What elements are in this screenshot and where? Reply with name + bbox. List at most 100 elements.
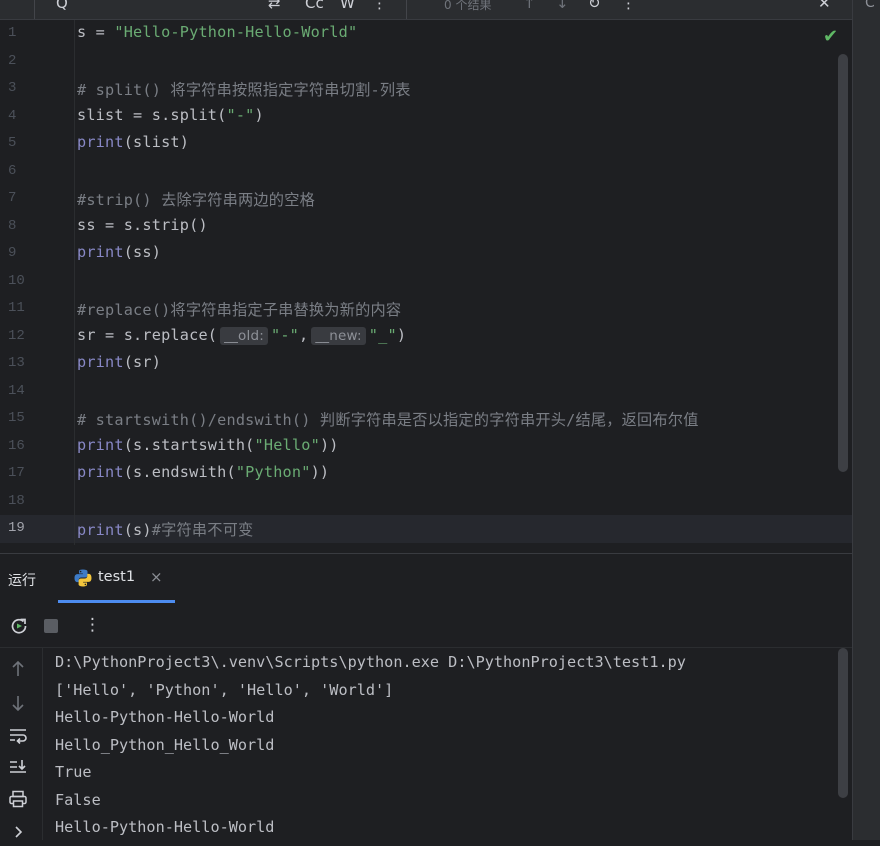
code-text: print(s)#字符串不可变 bbox=[77, 518, 253, 540]
find-bar-divider bbox=[406, 0, 407, 19]
console-line: Hello-Python-Hello-World bbox=[55, 708, 275, 726]
console-output[interactable]: D:\PythonProject3\.venv\Scripts\python.e… bbox=[43, 648, 852, 840]
code-line[interactable]: 10 bbox=[0, 268, 852, 296]
code-token: (ss) bbox=[123, 243, 162, 261]
checkmark-icon[interactable]: ✔ bbox=[823, 26, 838, 47]
replace-toggle-icon[interactable]: ⇄ bbox=[268, 0, 281, 12]
more-actions-icon[interactable]: ⋮ bbox=[84, 615, 101, 635]
code-line[interactable]: 13 print(sr) bbox=[0, 350, 852, 378]
code-comment: # split() 将字符串按照指定字符串切割-列表 bbox=[77, 81, 411, 99]
select-all-occurrences-icon[interactable]: ↻ bbox=[588, 0, 601, 12]
find-options-icon[interactable]: ⋮ bbox=[372, 0, 387, 12]
line-number: 8 bbox=[8, 217, 17, 234]
code-token: , bbox=[299, 325, 309, 344]
console-line: Hello_Python_Hello_World bbox=[55, 735, 275, 754]
code-token: (slist) bbox=[123, 133, 190, 151]
code-line[interactable]: 2 bbox=[0, 48, 852, 76]
code-line[interactable]: 7 #strip() 去除字符串两边的空格 bbox=[0, 185, 852, 213]
rerun-icon[interactable] bbox=[8, 615, 30, 637]
code-line[interactable]: 12 sr = s.replace(__old: "-", __new: "_") bbox=[0, 323, 852, 351]
builtin-function: print bbox=[77, 243, 124, 261]
line-number: 16 bbox=[8, 437, 25, 454]
tab-label: test1 bbox=[98, 569, 136, 585]
line-number: 17 bbox=[8, 465, 25, 481]
code-text: print(s.endswith("Python")) bbox=[77, 463, 329, 481]
more-options-icon[interactable]: ⋮ bbox=[621, 0, 636, 12]
print-icon[interactable] bbox=[7, 790, 29, 812]
whole-word-icon[interactable]: W bbox=[340, 0, 355, 12]
code-line[interactable]: 9 print(ss) bbox=[0, 240, 852, 268]
right-tool-strip: C bbox=[852, 0, 880, 840]
parameter-hint: __new: bbox=[311, 326, 366, 345]
arrow-down-icon[interactable] bbox=[7, 694, 29, 716]
code-token: sr = s.replace( bbox=[77, 325, 218, 344]
code-text: print(slist) bbox=[77, 133, 189, 151]
code-text: print(s.startswith("Hello")) bbox=[77, 436, 339, 454]
code-comment: #字符串不可变 bbox=[151, 521, 254, 539]
line-number: 15 bbox=[8, 410, 25, 426]
line-number: 19 bbox=[8, 520, 25, 536]
code-line[interactable]: 17 print(s.endswith("Python")) bbox=[0, 460, 852, 488]
search-icon[interactable]: Q bbox=[56, 0, 68, 12]
editor-scrollbar[interactable] bbox=[838, 54, 848, 472]
code-editor[interactable]: 1 s = "Hello-Python-Hello-World" 2 3 # split… bbox=[0, 20, 852, 545]
code-line[interactable]: 5 print(slist) bbox=[0, 130, 852, 158]
builtin-function: print bbox=[77, 463, 124, 481]
console-line: True bbox=[55, 763, 92, 781]
close-icon[interactable]: ✕ bbox=[818, 0, 831, 12]
close-tab-icon[interactable]: × bbox=[150, 568, 163, 586]
code-line[interactable]: 4 slist = s.split("-") bbox=[0, 103, 852, 131]
gutter-divider bbox=[74, 20, 75, 545]
soft-wrap-icon[interactable] bbox=[7, 726, 29, 748]
line-number: 4 bbox=[8, 107, 17, 124]
notifications-icon[interactable]: C bbox=[865, 0, 875, 11]
code-line[interactable]: 14 bbox=[0, 378, 852, 406]
code-line[interactable]: 19 print(s)#字符串不可变 bbox=[0, 515, 852, 543]
scroll-to-end-icon[interactable] bbox=[7, 758, 29, 780]
string-literal: "-" bbox=[270, 325, 300, 344]
code-line[interactable]: 18 bbox=[0, 488, 852, 516]
code-line[interactable]: 8 ss = s.strip() bbox=[0, 213, 852, 241]
string-literal: "Hello" bbox=[254, 435, 320, 454]
code-line[interactable]: 16 print(s.startswith("Hello")) bbox=[0, 433, 852, 461]
find-bar-divider bbox=[34, 0, 35, 19]
code-line[interactable]: 11 #replace()将字符串指定子串替换为新的内容 bbox=[0, 295, 852, 323]
code-token: slist = s.split( bbox=[77, 105, 227, 124]
code-text: # startswith()/endswith() 判断字符串是否以指定的字符串… bbox=[77, 408, 699, 430]
line-number: 7 bbox=[8, 190, 17, 206]
parameter-hint: __old: bbox=[220, 326, 268, 345]
tab-test1[interactable]: test1 × bbox=[58, 554, 175, 603]
builtin-function: print bbox=[77, 353, 124, 371]
expand-icon[interactable] bbox=[7, 824, 29, 846]
code-token: ) bbox=[396, 325, 407, 344]
code-line[interactable]: 15 # startswith()/endswith() 判断字符串是否以指定的字… bbox=[0, 405, 852, 433]
code-line[interactable]: 3 # split() 将字符串按照指定字符串切割-列表 bbox=[0, 75, 852, 103]
code-token: ) bbox=[254, 105, 264, 124]
string-literal: "-" bbox=[226, 105, 255, 124]
code-text: print(sr) bbox=[77, 353, 161, 371]
line-number: 5 bbox=[8, 135, 17, 151]
line-number: 9 bbox=[8, 245, 17, 261]
next-occurrence-icon[interactable]: ↓ bbox=[556, 0, 569, 12]
code-line[interactable]: 1 s = "Hello-Python-Hello-World" bbox=[0, 20, 852, 48]
match-case-icon[interactable]: Cc bbox=[305, 0, 324, 12]
line-number: 13 bbox=[8, 355, 25, 371]
code-token: (s.endswith( bbox=[123, 463, 236, 481]
previous-occurrence-icon[interactable]: ↑ bbox=[523, 0, 536, 12]
code-token: )) bbox=[310, 463, 330, 481]
code-line[interactable]: 6 bbox=[0, 158, 852, 186]
active-tab-indicator bbox=[58, 600, 175, 603]
code-text: #strip() 去除字符串两边的空格 bbox=[77, 188, 315, 210]
line-number: 2 bbox=[8, 52, 17, 69]
stop-icon[interactable] bbox=[40, 615, 62, 637]
code-token: )) bbox=[319, 435, 339, 454]
result-count: 0 个结果 bbox=[444, 0, 492, 12]
console-line: ['Hello', 'Python', 'Hello', 'World'] bbox=[55, 680, 394, 699]
code-text: s = "Hello-Python-Hello-World" bbox=[77, 23, 357, 41]
arrow-up-icon[interactable] bbox=[7, 660, 29, 682]
run-label: 运行 bbox=[8, 573, 36, 589]
line-number: 18 bbox=[8, 492, 25, 509]
console-scrollbar[interactable] bbox=[838, 648, 848, 798]
line-number: 12 bbox=[8, 327, 25, 344]
run-toolbar: ⋮ bbox=[0, 605, 852, 648]
